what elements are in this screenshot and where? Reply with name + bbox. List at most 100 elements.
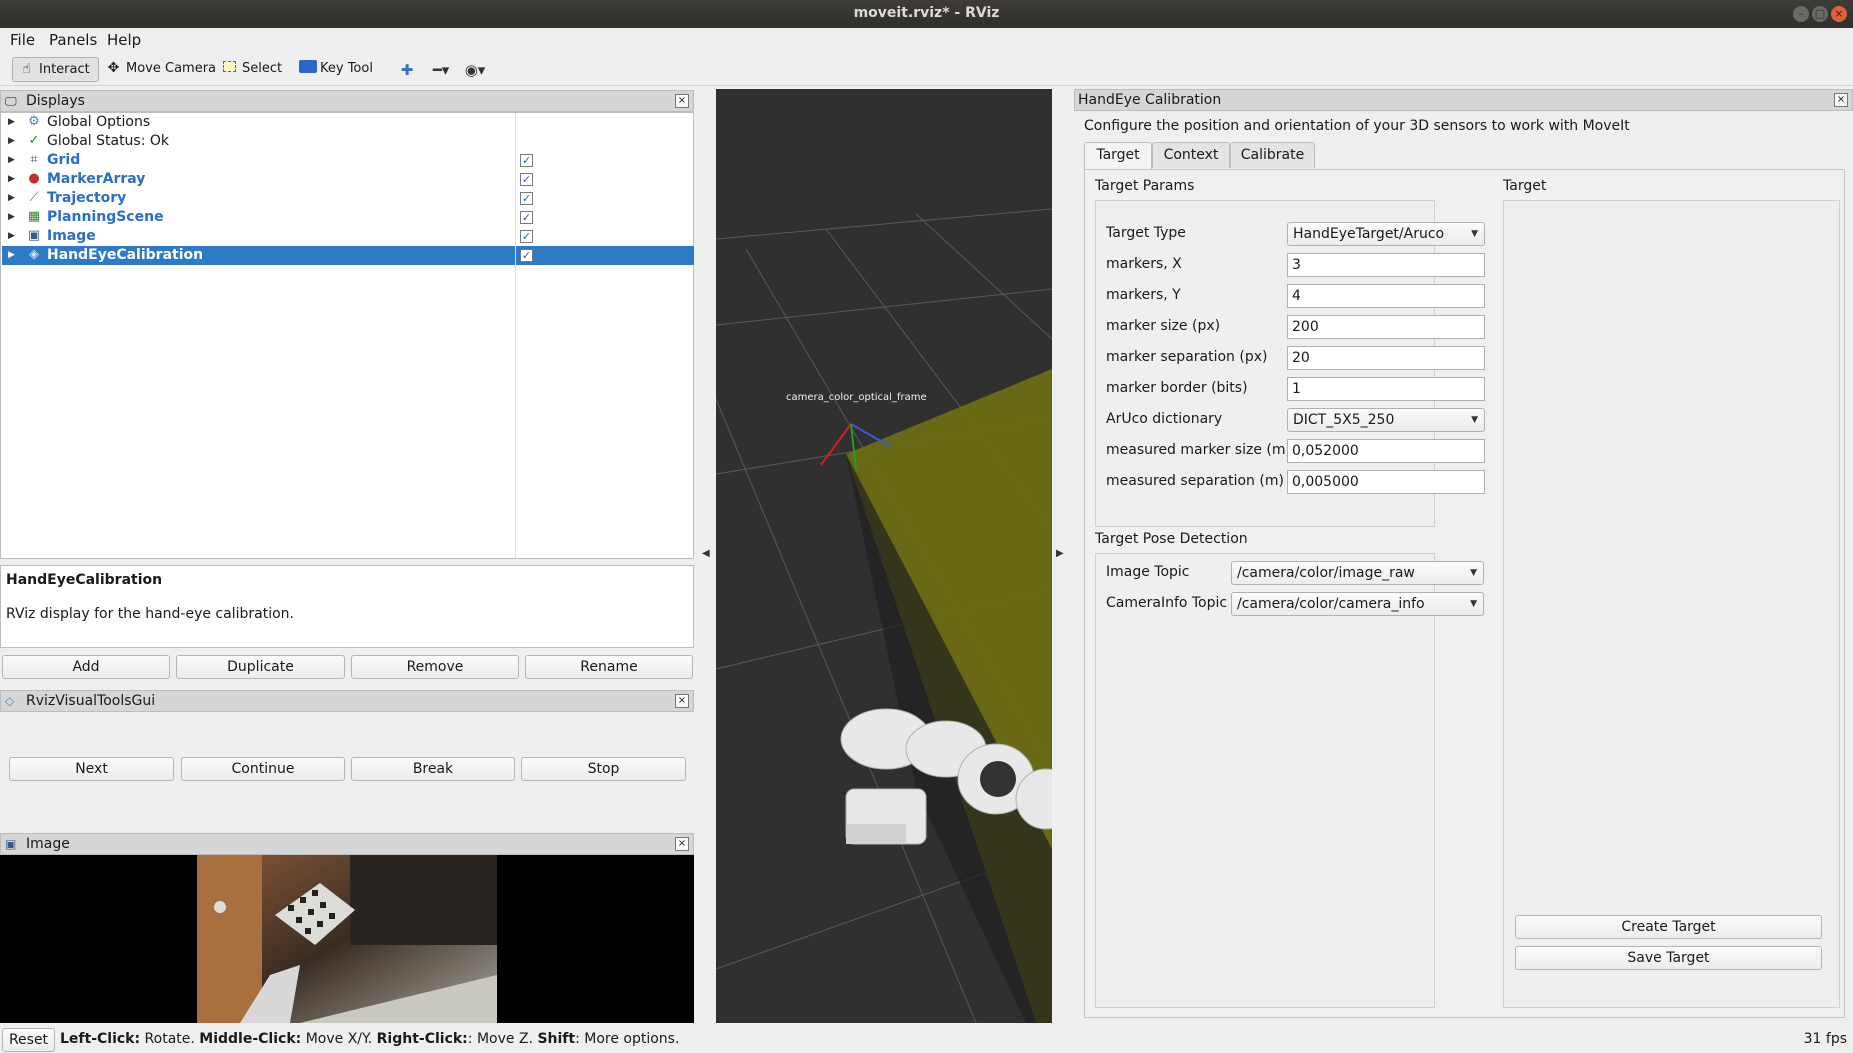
hand-pointer-icon: ☝ [22, 61, 31, 77]
menu-help[interactable]: Help [107, 31, 141, 49]
stop-button[interactable]: Stop [521, 757, 686, 781]
tree-item-label: Global Status: Ok [47, 133, 170, 149]
trajectory-icon: ⟋ [29, 190, 39, 205]
create-target-button[interactable]: Create Target [1515, 915, 1822, 939]
aruco-dictionary-select[interactable]: DICT_5X5_250 ▼ [1287, 408, 1485, 432]
tree-item-grid[interactable]: ▶ ⌗ Grid ✓ [2, 151, 694, 170]
close-visual-tools-icon[interactable]: × [675, 694, 689, 708]
pose-detection-group: Image Topic /camera/color/image_raw ▼ Ca… [1095, 553, 1484, 1008]
image-enabled-checkbox[interactable]: ✓ [520, 230, 533, 243]
markers-x-label: markers, X [1106, 256, 1182, 272]
markers-y-input[interactable]: 4 [1287, 284, 1485, 308]
interact-tool-button[interactable]: ☝ Interact [12, 57, 99, 82]
continue-button[interactable]: Continue [181, 757, 345, 781]
tree-item-global-status[interactable]: ▶ ✓ Global Status: Ok [2, 132, 694, 151]
pose-detection-title: Target Pose Detection [1095, 531, 1248, 547]
close-icon[interactable]: × [1831, 6, 1847, 22]
3d-scene [716, 208, 1052, 1023]
maximize-icon[interactable]: □ [1812, 6, 1828, 22]
expand-arrow-icon[interactable]: ▶ [8, 132, 15, 151]
move-camera-tool-button[interactable]: ✥ Move Camera [100, 57, 224, 82]
target-type-label: Target Type [1106, 225, 1186, 241]
grid-enabled-checkbox[interactable]: ✓ [520, 154, 533, 167]
reset-button[interactable]: Reset [2, 1028, 55, 1052]
tree-item-label: Image [47, 228, 96, 244]
break-button[interactable]: Break [351, 757, 515, 781]
grid-icon: ⌗ [30, 152, 38, 167]
close-handeye-icon[interactable]: × [1834, 93, 1848, 107]
key-tool-button[interactable]: Key Tool [294, 57, 381, 82]
tree-item-label: PlanningScene [47, 209, 164, 225]
diamond-icon: ◇ [5, 694, 15, 708]
expand-arrow-icon[interactable]: ▶ [8, 208, 15, 227]
markers-x-input[interactable]: 3 [1287, 253, 1485, 277]
select-rect-icon [221, 60, 238, 77]
toolbar: ☝ Interact ✥ Move Camera Select Key Tool… [0, 52, 1853, 86]
remove-display-button[interactable]: Remove [351, 655, 519, 679]
gear-icon: ⚙ [28, 114, 40, 129]
marker-icon: ● [28, 171, 40, 186]
measured-separation-input[interactable]: 0,005000 [1287, 470, 1485, 494]
frame-label: camera_color_optical_frame [786, 392, 927, 403]
marker-separation-input[interactable]: 20 [1287, 346, 1485, 370]
tree-item-markerarray[interactable]: ▶ ● MarkerArray ✓ [2, 170, 694, 189]
tree-item-planningscene[interactable]: ▶ ▦ PlanningScene ✓ [2, 208, 694, 227]
camera-info-topic-select[interactable]: /camera/color/camera_info ▼ [1231, 592, 1484, 616]
next-button[interactable]: Next [9, 757, 174, 781]
tree-column-divider [515, 113, 516, 558]
move-camera-tool-label: Move Camera [126, 61, 217, 76]
expand-arrow-icon[interactable]: ▶ [8, 113, 15, 132]
display-description: HandEyeCalibration RViz display for the … [0, 565, 694, 648]
tab-calibrate[interactable]: Calibrate [1230, 142, 1315, 168]
tree-item-trajectory[interactable]: ▶ ⟋ Trajectory ✓ [2, 189, 694, 208]
description-title: HandEyeCalibration [6, 572, 163, 588]
close-displays-icon[interactable]: × [675, 94, 689, 108]
add-display-button[interactable]: Add [2, 655, 170, 679]
visual-tools-panel-title: RvizVisualToolsGui [26, 693, 156, 709]
tab-content-target: Target Params Target Type HandEyeTarget/… [1084, 169, 1845, 1018]
target-type-select[interactable]: HandEyeTarget/Aruco ▼ [1287, 222, 1485, 246]
expand-arrow-icon[interactable]: ▶ [8, 227, 15, 246]
marker-border-input[interactable]: 1 [1287, 377, 1485, 401]
save-target-button[interactable]: Save Target [1515, 946, 1822, 970]
displays-tree: ▶ ⚙ Global Options ▶ ✓ Global Status: Ok… [0, 112, 694, 559]
select-tool-button[interactable]: Select [216, 57, 290, 82]
close-image-panel-icon[interactable]: × [675, 837, 689, 851]
menu-panels[interactable]: Panels [49, 31, 97, 49]
3d-viewport[interactable]: camera_color_optical_frame [716, 89, 1052, 1023]
rename-display-button[interactable]: Rename [525, 655, 693, 679]
status-bar: Reset Left-Click: Rotate. Middle-Click: … [0, 1026, 1853, 1053]
interact-tool-label: Interact [39, 62, 90, 77]
expand-arrow-icon[interactable]: ▶ [8, 170, 15, 189]
target-type-value: HandEyeTarget/Aruco [1293, 226, 1445, 242]
expand-arrow-icon[interactable]: ▶ [8, 151, 15, 170]
camera-image-view [0, 855, 694, 1023]
trajectory-enabled-checkbox[interactable]: ✓ [520, 192, 533, 205]
collapse-right-icon[interactable]: ▶ [1056, 548, 1064, 559]
markerarray-enabled-checkbox[interactable]: ✓ [520, 173, 533, 186]
image-topic-value: /camera/color/image_raw [1237, 565, 1415, 581]
tree-item-label: Trajectory [47, 190, 127, 206]
tree-item-global-options[interactable]: ▶ ⚙ Global Options [2, 113, 694, 132]
remove-tool-icon[interactable]: ━▾ [429, 60, 453, 80]
measured-marker-size-input[interactable]: 0,052000 [1287, 439, 1485, 463]
menu-file[interactable]: File [10, 31, 35, 49]
handeye-enabled-checkbox[interactable]: ✓ [520, 249, 533, 262]
tree-item-label: MarkerArray [47, 171, 146, 187]
tree-item-image[interactable]: ▶ ▣ Image ✓ [2, 227, 694, 246]
duplicate-display-button[interactable]: Duplicate [176, 655, 345, 679]
add-tool-icon[interactable]: ✚ [395, 60, 419, 80]
tree-item-label: HandEyeCalibration [47, 247, 204, 263]
image-topic-select[interactable]: /camera/color/image_raw ▼ [1231, 561, 1484, 585]
tab-target[interactable]: Target [1084, 142, 1152, 169]
collapse-left-icon[interactable]: ◀ [702, 548, 710, 559]
tree-item-handeyecalibration[interactable]: ▶ ◈ HandEyeCalibration ✓ [2, 246, 694, 265]
planningscene-enabled-checkbox[interactable]: ✓ [520, 211, 533, 224]
minimize-icon[interactable]: – [1793, 6, 1809, 22]
tab-context[interactable]: Context [1152, 142, 1230, 168]
expand-arrow-icon[interactable]: ▶ [8, 189, 15, 208]
expand-arrow-icon[interactable]: ▶ [8, 246, 15, 265]
marker-size-input[interactable]: 200 [1287, 315, 1485, 339]
camera-feed-image [197, 855, 497, 1023]
view-tool-icon[interactable]: ◉▾ [463, 60, 487, 80]
